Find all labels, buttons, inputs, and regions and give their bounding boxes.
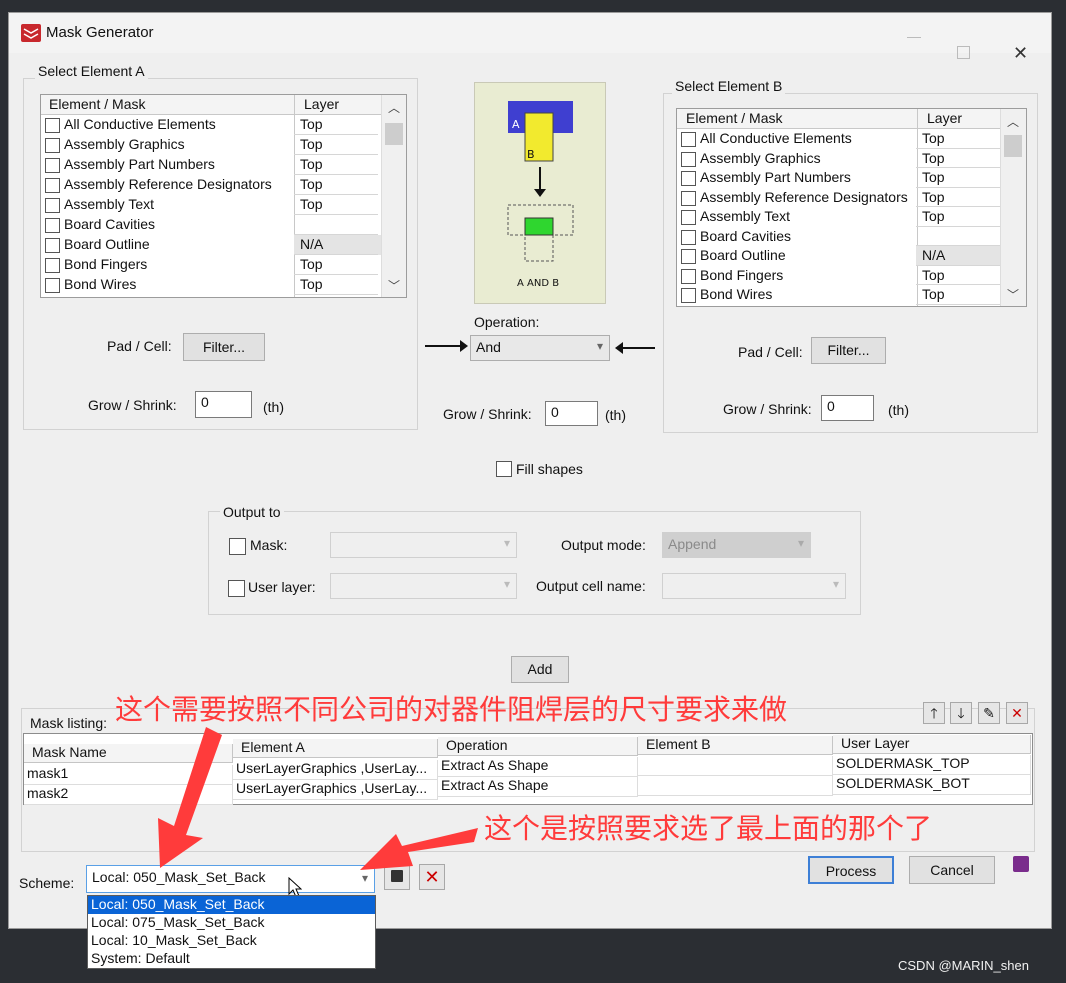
arrow-left-icon bbox=[360, 828, 478, 870]
arrow-down-icon bbox=[158, 727, 222, 868]
annotation-arrows bbox=[158, 727, 478, 870]
watermark: CSDN @MARIN_shen bbox=[898, 958, 1029, 973]
